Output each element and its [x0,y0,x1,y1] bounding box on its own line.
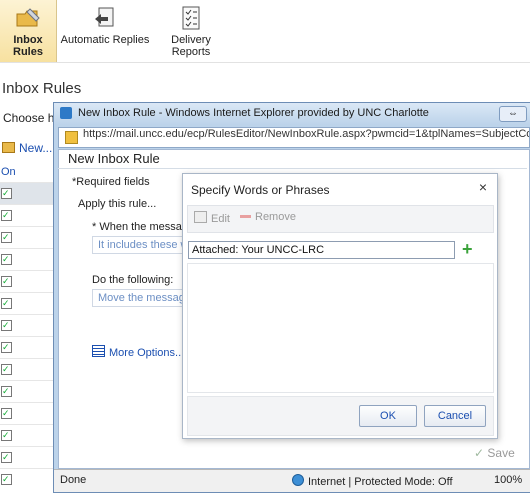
rule-title: New Inbox Rule [68,151,160,166]
save-label: Save [487,446,515,460]
folder-rule-icon [16,8,40,27]
rule-enabled-checkbox[interactable]: ✓ [1,364,12,375]
ie-window-title: New Inbox Rule - Windows Internet Explor… [78,107,429,119]
rule-enabled-checkbox[interactable]: ✓ [1,342,12,353]
automatic-replies-tab-label: Automatic Replies [60,34,150,46]
on-column-header[interactable]: On [1,166,16,178]
ie-title-bar[interactable]: New Inbox Rule - Windows Internet Explor… [54,103,530,125]
delivery-reports-tab[interactable]: Delivery Reports [154,0,228,62]
ie-status-bar: Done Internet | Protected Mode: Off 100% [54,469,530,492]
required-fields-note: *Required fields [72,176,150,188]
when-message-label: * When the messag [92,221,188,233]
lock-icon [65,131,78,144]
list-item[interactable]: ✓ [0,204,54,226]
dialog-title: Specify Words or Phrases [191,183,330,197]
rule-enabled-checkbox[interactable]: ✓ [1,452,12,463]
do-action-field[interactable]: Move the messag [92,289,183,307]
checkmark-icon: ✓ [474,446,485,460]
address-bar[interactable]: https://mail.uncc.edu/ecp/RulesEditor/Ne… [58,127,530,148]
more-options-label: More Options... [109,347,185,359]
remove-label: Remove [255,211,296,223]
address-url: https://mail.uncc.edu/ecp/RulesEditor/Ne… [83,128,529,140]
rule-enabled-checkbox[interactable]: ✓ [1,474,12,485]
rules-list-column: On ✓ ✓ ✓ ✓ ✓ ✓ ✓ ✓ ✓ ✓ ✓ ✓ ✓ ✓ [0,164,54,491]
list-item[interactable]: ✓ [0,292,54,314]
rule-enabled-checkbox[interactable]: ✓ [1,298,12,309]
list-item[interactable]: ✓ [0,358,54,380]
page-title: Inbox Rules [2,80,82,97]
specify-words-dialog: Specify Words or Phrases × Edit Remove A… [182,173,498,439]
automatic-replies-tab[interactable]: Automatic Replies [60,0,150,62]
rule-enabled-checkbox[interactable]: ✓ [1,430,12,441]
phrase-list[interactable] [187,263,494,393]
edit-icon [194,211,207,223]
delivery-reports-tab-label: Delivery Reports [171,34,211,58]
do-following-label: Do the following: [92,274,174,286]
list-icon [92,345,105,357]
list-item[interactable]: ✓ [0,314,54,336]
list-item[interactable]: ✓ [0,380,54,402]
rule-enabled-checkbox[interactable]: ✓ [1,276,12,287]
zoom-level[interactable]: 100% [494,474,522,486]
rule-enabled-checkbox[interactable]: ✓ [1,210,12,221]
list-item[interactable]: ✓ [0,182,54,204]
dialog-footer: OK Cancel [187,396,494,436]
rule-header: New Inbox Rule [58,150,527,169]
more-options-link[interactable]: More Options... [92,345,184,359]
inbox-rules-tab-label: Inbox Rules [13,34,43,58]
rule-enabled-checkbox[interactable]: ✓ [1,408,12,419]
apply-rule-label: Apply this rule... [78,198,157,210]
remove-icon [240,215,251,218]
globe-icon [292,474,304,486]
rule-enabled-checkbox[interactable]: ✓ [1,188,12,199]
list-item[interactable]: ✓ [0,402,54,424]
list-item[interactable]: ✓ [0,336,54,358]
ie-icon [60,107,72,119]
reply-icon [95,7,114,27]
list-item[interactable]: ✓ [0,270,54,292]
save-button[interactable]: ✓ Save [474,446,515,460]
cancel-button[interactable]: Cancel [424,405,486,427]
list-item[interactable]: ✓ [0,424,54,446]
add-icon[interactable]: + [462,240,473,258]
status-zone[interactable]: Internet | Protected Mode: Off [292,474,453,488]
list-item[interactable]: ✓ [0,468,54,490]
status-done: Done [60,474,87,486]
rule-enabled-checkbox[interactable]: ✓ [1,254,12,265]
remove-button[interactable]: Remove [240,211,296,223]
dialog-toolbar: Edit Remove [187,205,494,233]
rule-enabled-checkbox[interactable]: ✓ [1,386,12,397]
when-condition-field[interactable]: It includes these w [92,236,183,254]
status-zone-text: Internet | Protected Mode: Off [308,476,453,488]
new-rule-label: New... [19,141,53,155]
report-icon [182,6,200,30]
list-item[interactable]: ✓ [0,226,54,248]
edit-label: Edit [211,213,230,225]
list-item[interactable]: ✓ [0,248,54,270]
inbox-rules-tab[interactable]: Inbox Rules [0,0,57,62]
edit-button[interactable]: Edit [194,211,230,225]
restore-window-button[interactable]: ⇔ [499,106,527,122]
ok-button[interactable]: OK [359,405,417,427]
new-icon [2,142,15,153]
phrase-input[interactable]: Attached: Your UNCC-LRC [188,241,455,259]
list-item[interactable]: ✓ [0,446,54,468]
new-rule-button[interactable]: New... [2,141,52,155]
rule-enabled-checkbox[interactable]: ✓ [1,232,12,243]
rule-enabled-checkbox[interactable]: ✓ [1,320,12,331]
close-icon[interactable]: × [479,179,487,195]
